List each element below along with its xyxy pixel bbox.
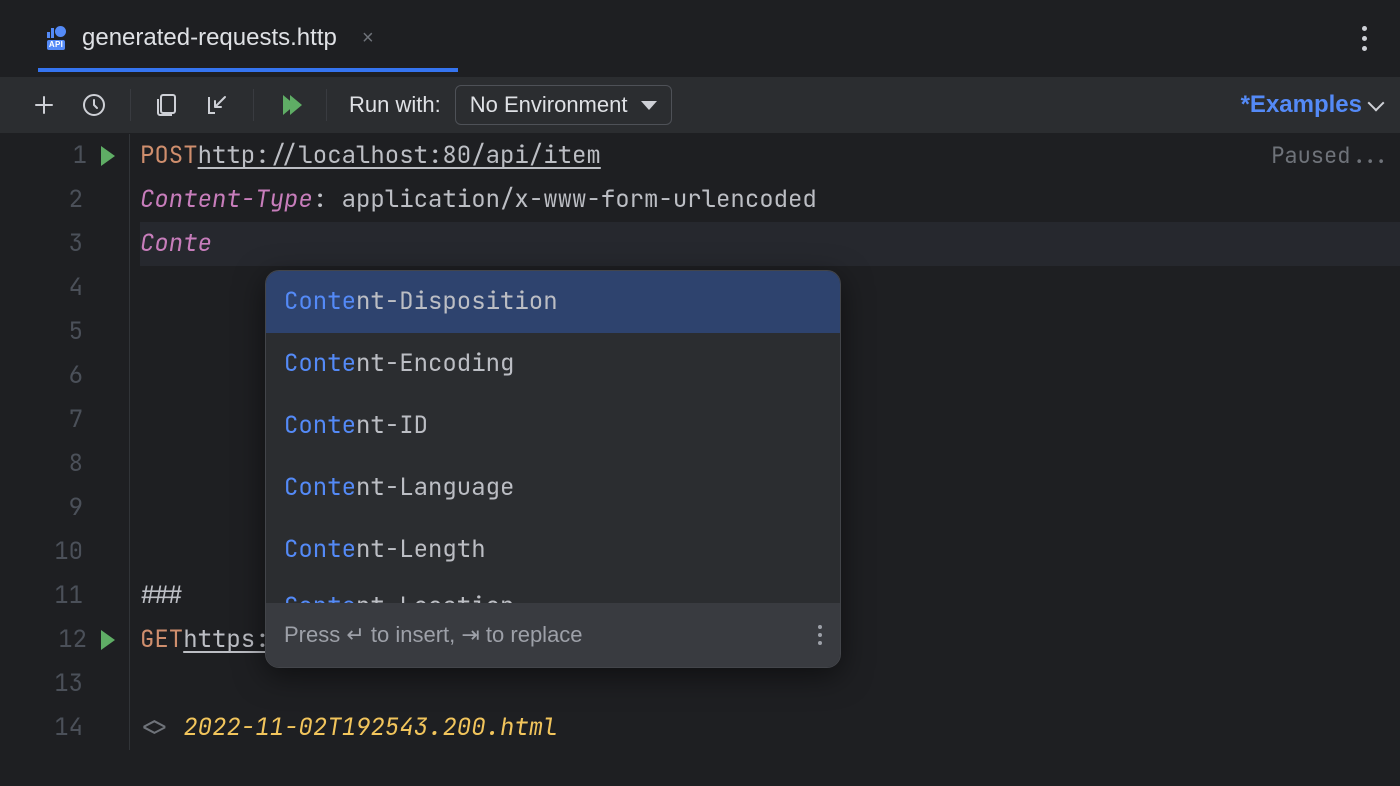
line-number: 4 [55, 266, 83, 310]
code-line[interactable]: Conte [140, 222, 1400, 266]
run-line-icon[interactable] [101, 630, 115, 650]
completion-item[interactable]: Content-ID [266, 395, 840, 457]
completion-hint: Press ↵ to insert, ⇥ to replace [284, 613, 583, 657]
completion-item[interactable]: Content-Location [266, 581, 840, 603]
import-button[interactable] [199, 87, 235, 123]
line-number: 9 [55, 486, 83, 530]
response-file-link[interactable]: 2022-11-02T192543.200.html [183, 706, 557, 750]
gutter-row: 1 [0, 134, 117, 178]
line-number: 1 [59, 134, 87, 178]
line-number: 10 [54, 530, 83, 574]
line-number: 7 [55, 398, 83, 442]
api-file-icon: API [42, 24, 70, 52]
completion-item[interactable]: Content-Encoding [266, 333, 840, 395]
gutter-row: 7 [0, 398, 117, 442]
run-line-icon[interactable] [101, 146, 115, 166]
gutter-row: 4 [0, 266, 117, 310]
tab-options-kebab[interactable] [1348, 22, 1380, 54]
code-line[interactable] [140, 662, 1400, 706]
line-number: 8 [55, 442, 83, 486]
history-button[interactable] [76, 87, 112, 123]
gutter-row: 11 [0, 574, 117, 618]
completion-options-kebab[interactable] [818, 625, 822, 645]
tab-title: generated-requests.http [82, 24, 337, 52]
environment-selected-value: No Environment [470, 92, 628, 118]
code-editor[interactable]: 1234567891011121314 Paused... POST http:… [0, 134, 1400, 750]
chevron-down-icon [1368, 95, 1385, 112]
completion-item[interactable]: Content-Language [266, 457, 840, 519]
line-number: 14 [54, 706, 83, 750]
http-header-key: Content-Type [140, 178, 313, 222]
completion-popup[interactable]: Content-DispositionContent-EncodingConte… [265, 270, 841, 668]
code-line[interactable]: POST http://localhost:80/api/item [140, 134, 1400, 178]
completion-item[interactable]: Content-Disposition [266, 271, 840, 333]
line-number: 5 [55, 310, 83, 354]
add-request-button[interactable] [26, 87, 62, 123]
gutter-row: 6 [0, 354, 117, 398]
http-method: POST [140, 134, 198, 178]
code-line[interactable]: <> 2022-11-02T192543.200.html [140, 706, 1400, 750]
gutter-row: 10 [0, 530, 117, 574]
examples-label: *Examples [1241, 91, 1362, 119]
line-number: 6 [55, 354, 83, 398]
toolbar-separator [130, 89, 131, 121]
http-method: GET [140, 618, 183, 662]
gutter-row: 2 [0, 178, 117, 222]
run-with-label: Run with: [349, 92, 441, 118]
completion-footer: Press ↵ to insert, ⇥ to replace [266, 603, 840, 667]
toolbar-separator [253, 89, 254, 121]
gutter: 1234567891011121314 [0, 134, 130, 750]
open-collection-button[interactable] [149, 87, 185, 123]
gutter-row: 13 [0, 662, 117, 706]
line-number: 3 [55, 222, 83, 266]
typed-text: Conte [140, 222, 212, 266]
completion-item[interactable]: Content-Length [266, 519, 840, 581]
line-number: 11 [54, 574, 83, 618]
gutter-row: 9 [0, 486, 117, 530]
examples-dropdown[interactable]: *Examples [1241, 91, 1382, 119]
line-number: 12 [58, 618, 87, 662]
tab-bar: API generated-requests.http × [0, 0, 1400, 76]
request-separator: ### [140, 574, 183, 618]
gutter-row: 3 [0, 222, 117, 266]
http-client-toolbar: Run with: No Environment *Examples [0, 76, 1400, 134]
code-line[interactable]: Content-Type: application/x-www-form-url… [140, 178, 1400, 222]
environment-select[interactable]: No Environment [455, 85, 673, 125]
active-tab-underline [38, 68, 458, 72]
code-area[interactable]: Paused... POST http://localhost:80/api/i… [130, 134, 1400, 750]
toolbar-separator [326, 89, 327, 121]
close-tab-icon[interactable]: × [359, 29, 377, 47]
editor-tab[interactable]: API generated-requests.http × [28, 4, 391, 72]
gutter-row: 12 [0, 618, 117, 662]
gutter-row: 5 [0, 310, 117, 354]
http-header-value: application/x-www-form-urlencoded [342, 178, 817, 222]
line-number: 2 [55, 178, 83, 222]
line-number: 13 [54, 662, 83, 706]
gutter-row: 14 [0, 706, 117, 750]
chevron-down-icon [641, 101, 657, 110]
run-all-button[interactable] [272, 87, 308, 123]
gutter-row: 8 [0, 442, 117, 486]
http-url[interactable]: http://localhost:80/api/item [198, 134, 601, 178]
